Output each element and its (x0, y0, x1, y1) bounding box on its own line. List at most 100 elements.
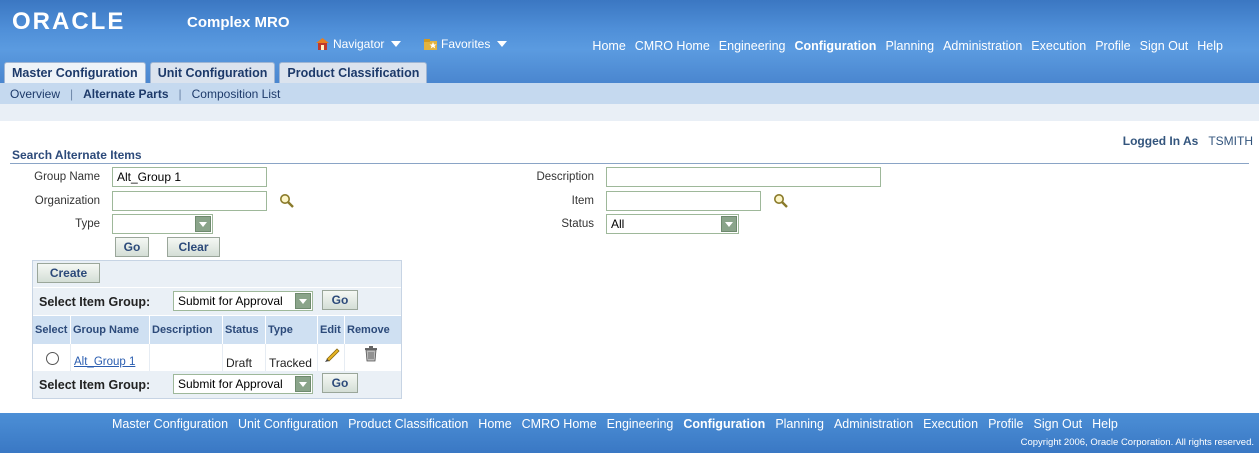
footer-link-product-classification[interactable]: Product Classification (348, 417, 468, 431)
go-button[interactable]: Go (115, 237, 149, 257)
chevron-down-icon (391, 41, 402, 47)
user-name: TSMITH (1208, 134, 1253, 148)
description-input[interactable] (606, 167, 881, 187)
global-link-help[interactable]: Help (1197, 39, 1223, 53)
footer-link-help[interactable]: Help (1092, 417, 1118, 431)
header-banner: ORACLE Complex MRO Navigator Favorites H… (0, 0, 1259, 83)
trash-icon[interactable] (364, 346, 378, 362)
global-link-home[interactable]: Home (592, 39, 625, 53)
go-button[interactable]: Go (322, 373, 358, 393)
tab-product-classification[interactable]: Product Classification (279, 62, 428, 83)
product-name: Complex MRO (187, 14, 290, 31)
description-cell (150, 344, 223, 371)
edit-cell (318, 344, 345, 371)
footer-nav: Master Configuration Unit Configuration Pr… (112, 417, 1118, 431)
status-cell: Draft (223, 344, 266, 371)
select-group-label: Select Item Group: (39, 295, 151, 309)
column-header: Group Name (71, 316, 150, 344)
column-header: Select (33, 316, 71, 344)
footer-link-execution[interactable]: Execution (923, 417, 978, 431)
search-section-title: Search Alternate Items (12, 148, 142, 162)
select-group-dropdown[interactable]: Submit for Approval (173, 291, 313, 311)
global-link-administration[interactable]: Administration (943, 39, 1022, 53)
organization-input[interactable] (112, 191, 267, 211)
create-button[interactable]: Create (37, 263, 100, 283)
select-cell (33, 344, 71, 371)
global-link-cmro-home[interactable]: CMRO Home (635, 39, 710, 53)
navigator-label: Navigator (333, 37, 385, 51)
group-name-label: Group Name (34, 171, 100, 183)
pencil-icon[interactable] (324, 346, 340, 362)
organization-label: Organization (34, 195, 100, 207)
footer-link-planning[interactable]: Planning (775, 417, 824, 431)
global-link-profile[interactable]: Profile (1095, 39, 1130, 53)
item-input[interactable] (606, 191, 761, 211)
oracle-logo: ORACLE (12, 8, 126, 35)
type-select[interactable] (112, 214, 213, 234)
favorites-label: Favorites (441, 37, 491, 51)
global-link-configuration[interactable]: Configuration (795, 39, 877, 53)
footer-link-unit-configuration[interactable]: Unit Configuration (238, 417, 338, 431)
column-header: Description (150, 316, 223, 344)
global-link-execution[interactable]: Execution (1031, 39, 1086, 53)
search-icon[interactable] (279, 193, 295, 209)
subtab-composition-list[interactable]: Composition List (182, 87, 291, 101)
subtab-alternate-parts[interactable]: Alternate Parts (73, 87, 178, 101)
column-header: Remove (347, 324, 390, 336)
footer-link-engineering[interactable]: Engineering (607, 417, 674, 431)
clear-button[interactable]: Clear (167, 237, 220, 257)
group-name-link[interactable]: Alt_Group 1 (74, 356, 135, 368)
footer-link-profile[interactable]: Profile (988, 417, 1023, 431)
global-link-planning[interactable]: Planning (885, 39, 934, 53)
chevron-down-icon (195, 216, 211, 232)
column-header: Type (266, 316, 318, 344)
sub-tabs: Overview | Alternate Parts | Composition… (0, 83, 1259, 104)
global-nav: Home CMRO Home Engineering Configuration Pla… (592, 39, 1223, 53)
footer-bar: Master Configuration Unit Configuration Pr… (0, 413, 1259, 453)
remove-cell (345, 344, 401, 371)
status-select[interactable]: All (606, 214, 739, 234)
column-header: Status (223, 316, 266, 344)
home-icon (316, 38, 329, 50)
tab-unit-configuration[interactable]: Unit Configuration (149, 62, 276, 83)
search-icon[interactable] (773, 193, 789, 209)
row-select-radio[interactable] (46, 352, 59, 365)
table-toolbar: Create (33, 261, 401, 287)
select-group-value: Submit for Approval (178, 294, 283, 308)
select-group-value: Submit for Approval (178, 377, 283, 391)
item-label: Item (571, 195, 594, 207)
footer-link-configuration[interactable]: Configuration (683, 417, 765, 431)
select-group-bar-bottom: Select Item Group: Submit for Approval G… (33, 371, 401, 398)
footer-link-master-configuration[interactable]: Master Configuration (112, 417, 228, 431)
global-link-sign-out[interactable]: Sign Out (1140, 39, 1189, 53)
copyright-text: Copyright 2006, Oracle Corporation. All … (1020, 437, 1254, 448)
logged-in-label: Logged In As (1122, 134, 1199, 148)
chevron-down-icon (497, 41, 508, 47)
results-table: Create Select Item Group: Submit for App… (32, 260, 402, 399)
navigator-menu[interactable]: Navigator (316, 37, 402, 51)
chevron-down-icon (295, 376, 311, 392)
go-button[interactable]: Go (322, 290, 358, 310)
chevron-down-icon (295, 293, 311, 309)
status-label: Status (561, 218, 594, 230)
main-tabs: Master Configuration Unit Configuration … (4, 62, 428, 83)
column-header: Edit (318, 316, 345, 344)
tab-master-configuration[interactable]: Master Configuration (4, 62, 146, 83)
select-group-label: Select Item Group: (39, 378, 151, 392)
global-link-engineering[interactable]: Engineering (719, 39, 786, 53)
select-group-dropdown[interactable]: Submit for Approval (173, 374, 313, 394)
description-label: Description (536, 171, 594, 183)
footer-link-sign-out[interactable]: Sign Out (1034, 417, 1083, 431)
footer-link-administration[interactable]: Administration (834, 417, 913, 431)
footer-link-home[interactable]: Home (478, 417, 511, 431)
logged-in-info: Logged In As TSMITH (1123, 134, 1253, 148)
group-name-cell: Alt_Group 1 (71, 344, 150, 371)
table-row: Alt_Group 1 Draft Tracked (33, 344, 401, 371)
folder-star-icon (424, 39, 437, 50)
favorites-menu[interactable]: Favorites (424, 37, 508, 51)
subtab-overview[interactable]: Overview (0, 87, 70, 101)
footer-link-cmro-home[interactable]: CMRO Home (522, 417, 597, 431)
group-name-input[interactable] (112, 167, 267, 187)
type-label: Type (75, 218, 100, 230)
content-band (0, 104, 1259, 121)
